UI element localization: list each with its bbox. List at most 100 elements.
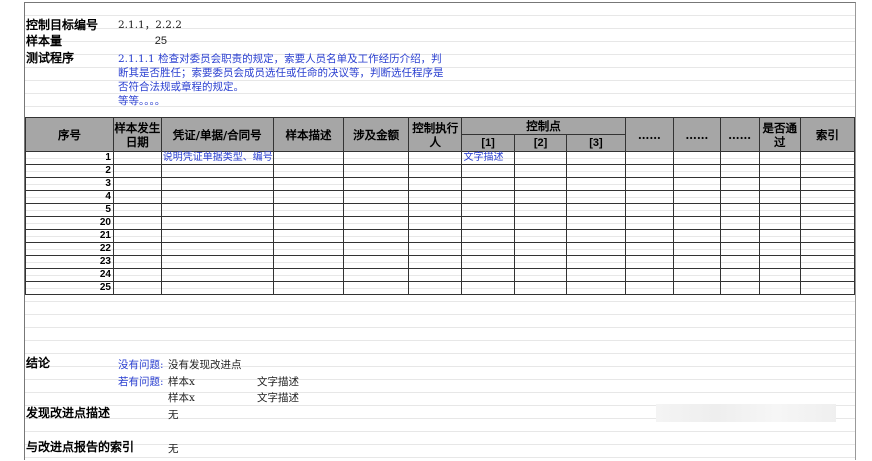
table-cell[interactable] [758,281,801,295]
table-cell[interactable] [408,255,463,269]
table-cell[interactable] [566,255,626,269]
row-number[interactable]: 22 [25,242,114,256]
table-cell[interactable] [673,203,721,217]
voucher-cell[interactable] [160,255,274,269]
row-number[interactable]: 3 [25,177,114,191]
table-cell[interactable] [673,177,721,191]
control-point-1-cell[interactable] [461,229,515,243]
table-cell[interactable] [272,242,345,256]
table-cell[interactable] [799,164,855,178]
table-cell[interactable] [112,281,162,295]
table-cell[interactable] [566,268,626,282]
table-cell[interactable] [719,164,760,178]
table-cell[interactable] [112,268,162,282]
no-issue-text[interactable]: 没有发现改进点 [168,359,242,372]
table-cell[interactable] [408,281,463,295]
table-cell[interactable] [566,242,626,256]
voucher-cell[interactable] [160,281,274,295]
control-point-1-cell[interactable] [461,242,515,256]
table-cell[interactable] [272,216,345,230]
table-cell[interactable] [719,190,760,204]
voucher-cell[interactable] [160,177,274,191]
issue-description[interactable]: 文字描述 [257,376,299,389]
table-cell[interactable] [408,190,463,204]
table-cell[interactable] [566,151,626,165]
table-cell[interactable] [758,190,801,204]
table-cell[interactable] [799,203,855,217]
table-cell[interactable] [799,242,855,256]
table-cell[interactable] [408,203,463,217]
issue-sample[interactable]: 样本x [168,376,195,389]
table-cell[interactable] [343,177,410,191]
table-cell[interactable] [112,216,162,230]
table-cell[interactable] [624,203,675,217]
table-cell[interactable] [513,229,568,243]
table-cell[interactable] [624,268,675,282]
table-cell[interactable] [758,151,801,165]
table-cell[interactable] [624,281,675,295]
row-number[interactable]: 2 [25,164,114,178]
table-cell[interactable] [272,268,345,282]
table-cell[interactable] [343,281,410,295]
row-number[interactable]: 23 [25,255,114,269]
control-point-1-cell[interactable]: 文字描述 [461,151,515,165]
table-cell[interactable] [758,229,801,243]
table-cell[interactable] [758,177,801,191]
table-cell[interactable] [566,190,626,204]
table-cell[interactable] [513,268,568,282]
table-cell[interactable] [719,177,760,191]
table-cell[interactable] [566,177,626,191]
control-point-1-cell[interactable] [461,177,515,191]
voucher-cell[interactable] [160,190,274,204]
table-cell[interactable] [513,190,568,204]
table-cell[interactable] [719,281,760,295]
row-number[interactable]: 5 [25,203,114,217]
table-cell[interactable] [513,216,568,230]
table-cell[interactable] [408,229,463,243]
table-cell[interactable] [566,281,626,295]
control-point-1-cell[interactable] [461,203,515,217]
table-cell[interactable] [513,203,568,217]
table-cell[interactable] [272,177,345,191]
table-cell[interactable] [112,177,162,191]
voucher-cell[interactable] [160,203,274,217]
table-cell[interactable] [758,242,801,256]
table-cell[interactable] [719,203,760,217]
control-point-1-cell[interactable] [461,216,515,230]
table-cell[interactable] [272,190,345,204]
table-cell[interactable] [566,203,626,217]
table-cell[interactable] [112,229,162,243]
report-index-value[interactable]: 无 [168,443,179,456]
control-point-1-cell[interactable] [461,268,515,282]
table-cell[interactable] [343,151,410,165]
voucher-cell[interactable] [160,229,274,243]
table-cell[interactable] [343,242,410,256]
table-cell[interactable] [719,151,760,165]
table-cell[interactable] [624,177,675,191]
table-cell[interactable] [408,177,463,191]
table-cell[interactable] [758,255,801,269]
control-point-1-cell[interactable] [461,164,515,178]
table-cell[interactable] [513,255,568,269]
table-cell[interactable] [624,164,675,178]
table-cell[interactable] [566,164,626,178]
table-cell[interactable] [272,229,345,243]
table-cell[interactable] [624,190,675,204]
table-cell[interactable] [719,216,760,230]
table-cell[interactable] [272,281,345,295]
table-cell[interactable] [112,151,162,165]
table-cell[interactable] [343,216,410,230]
table-cell[interactable] [673,255,721,269]
table-cell[interactable] [513,164,568,178]
table-cell[interactable] [566,229,626,243]
voucher-cell[interactable] [160,164,274,178]
procedure-text[interactable]: 2.1.1.1 检查对委员会职责的规定，索要人员名单及工作经历介绍，判 断其是否… [118,52,518,108]
table-cell[interactable] [799,177,855,191]
issue-sample[interactable]: 样本x [168,392,195,405]
table-cell[interactable] [799,190,855,204]
table-cell[interactable] [799,216,855,230]
table-cell[interactable] [758,164,801,178]
row-number[interactable]: 4 [25,190,114,204]
table-cell[interactable] [673,268,721,282]
control-point-1-cell[interactable] [461,281,515,295]
